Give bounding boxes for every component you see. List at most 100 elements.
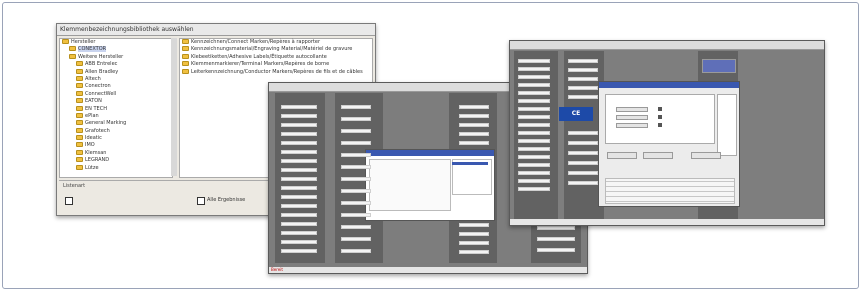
terminal-block — [341, 141, 371, 145]
preview-line — [606, 201, 734, 202]
terminal-block — [281, 195, 317, 199]
terminal-block — [459, 141, 489, 145]
file-item-label: Klebeetiketten/Adhesive Labels/Étiquette… — [191, 53, 327, 60]
folder-icon — [76, 127, 83, 133]
terminal-block — [518, 107, 550, 111]
tree-item[interactable]: CONEXTOR — [60, 46, 172, 53]
tree-item[interactable]: General Marking — [60, 120, 172, 127]
terminal-block — [281, 123, 317, 127]
terminal-block — [518, 115, 550, 119]
value-list[interactable] — [717, 94, 737, 156]
terminal-block — [341, 165, 371, 169]
tree-item[interactable]: Grafotech — [60, 127, 172, 135]
tree-item[interactable]: LEGRAND — [60, 157, 172, 164]
terminal-block — [281, 222, 317, 226]
tree-item[interactable]: Klemsan — [60, 149, 172, 157]
tree-item[interactable]: Conectron — [60, 83, 172, 90]
terminal-block — [341, 225, 371, 229]
dialog-button-3[interactable] — [691, 152, 721, 159]
tree-item[interactable]: Hersteller — [60, 39, 172, 46]
inner-dialog-tree[interactable] — [369, 159, 451, 211]
terminal-block — [568, 141, 598, 145]
tree-item[interactable]: Ideatic — [60, 135, 172, 142]
terminal-block — [281, 150, 317, 154]
property-field-2[interactable] — [616, 115, 648, 120]
property-field-3[interactable] — [616, 123, 648, 128]
folder-icon — [76, 90, 83, 96]
tree-item[interactable]: ABB Entrelec — [60, 61, 172, 68]
terminal-block — [518, 163, 550, 167]
dialog-button-1[interactable] — [607, 152, 637, 159]
tree-item[interactable]: Allen Bradley — [60, 68, 172, 76]
terminal-block — [459, 123, 489, 127]
options-caption: Listenart — [63, 183, 86, 189]
terminal-block — [568, 86, 598, 90]
terminal-block — [281, 177, 317, 181]
tree-item[interactable]: IMO — [60, 142, 172, 149]
terminal-block — [568, 77, 598, 81]
tree-item-label: CONEXTOR — [78, 46, 107, 53]
tree-item[interactable]: Lütze — [60, 164, 172, 172]
terminal-block — [568, 181, 598, 185]
tree-item[interactable]: ConnectWell — [60, 90, 172, 98]
file-item-label: Leiterkennzeichnung/Conductor Markers/Re… — [191, 68, 363, 75]
folder-icon — [182, 68, 189, 74]
folder-icon — [76, 135, 83, 141]
properties-panel — [605, 94, 715, 144]
tree-item-label: Altech — [85, 75, 101, 82]
terminal-block — [568, 171, 598, 175]
file-item[interactable]: Leiterkennzeichnung/Conductor Markers/Re… — [180, 68, 372, 76]
terminal-block — [537, 248, 575, 252]
terminal-block — [518, 139, 550, 143]
terminal-block — [518, 171, 550, 175]
property-marker-1 — [658, 107, 662, 111]
dialog-button-2[interactable] — [643, 152, 673, 159]
option-right-label: Alle Ergebnisse — [207, 197, 246, 203]
manufacturer-tree[interactable]: Hersteller CONEXTOR Weitere Hersteller ABB … — [59, 38, 173, 178]
terminal-block — [341, 189, 371, 193]
editor-window: CE — [509, 40, 825, 226]
tree-item-label: Conectron — [85, 83, 111, 90]
tree-item[interactable]: ePlan — [60, 112, 172, 120]
tree-scrollbar[interactable] — [171, 38, 177, 176]
terminal-block — [518, 67, 550, 71]
terminal-block — [518, 187, 550, 191]
option-left-checkbox[interactable] — [65, 197, 73, 205]
folder-icon — [76, 75, 83, 81]
folder-icon — [76, 112, 83, 118]
file-item[interactable]: Klemmenmarkierer/Terminal Markers/Repère… — [180, 61, 372, 68]
terminal-block — [341, 117, 371, 121]
option-right-checkbox[interactable] — [197, 197, 205, 205]
tree-item[interactable]: Altech — [60, 75, 172, 83]
inner-dialog — [365, 149, 495, 221]
toolbar — [510, 41, 824, 50]
terminal-block — [518, 179, 550, 183]
terminal-block — [341, 249, 371, 253]
terminal-block — [537, 226, 575, 230]
terminal-block — [568, 68, 598, 72]
tree-item[interactable]: EATON — [60, 98, 172, 105]
folder-icon — [182, 46, 189, 52]
tree-item-label: ePlan — [85, 112, 99, 119]
tree-item[interactable]: Weitere Hersteller — [60, 53, 172, 61]
tree-item-label: Lütze — [85, 164, 99, 171]
terminal-block — [281, 105, 317, 109]
window-title: Klemmenbezeichnungsbibliothek auswählen — [57, 24, 375, 36]
terminal-block — [341, 105, 371, 109]
property-field-1[interactable] — [616, 107, 648, 112]
terminal-block — [518, 123, 550, 127]
folder-icon — [182, 39, 189, 44]
preview-line — [606, 196, 734, 197]
terminal-block — [568, 131, 598, 135]
terminal-block — [459, 132, 489, 136]
folder-icon — [76, 142, 83, 148]
terminal-block — [341, 177, 371, 181]
file-item[interactable]: Kennzeichnungsmaterial/Engraving Materia… — [180, 46, 372, 53]
preview-line — [606, 186, 734, 187]
tree-item[interactable]: EN TECH — [60, 105, 172, 113]
terminal-block — [341, 237, 371, 241]
palette-widget[interactable] — [702, 59, 736, 73]
tree-item-label: EN TECH — [85, 105, 107, 112]
terminal-block — [459, 105, 489, 109]
folder-icon — [76, 83, 83, 89]
